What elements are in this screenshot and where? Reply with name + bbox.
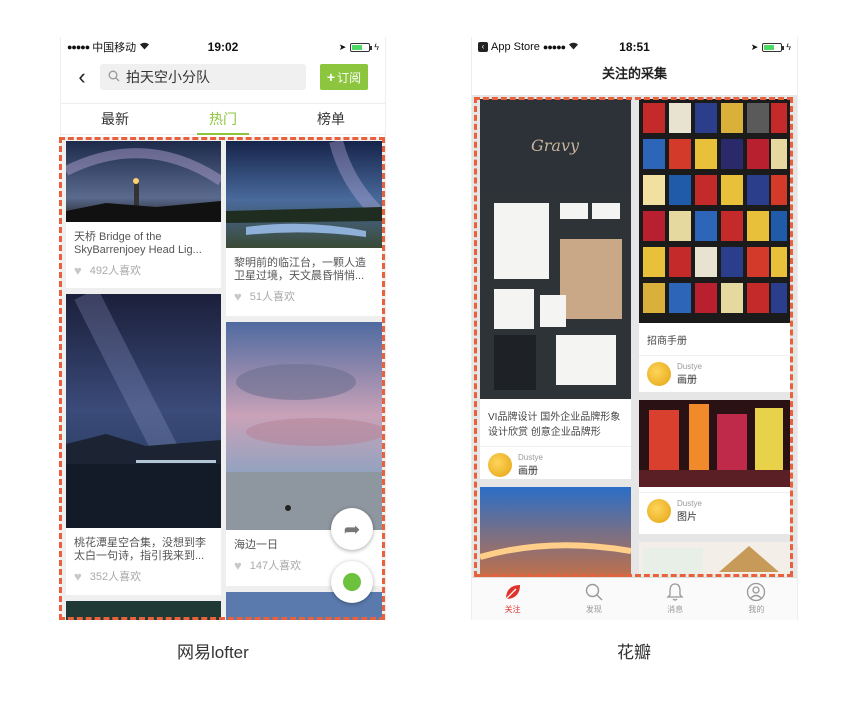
battery-icon [350, 42, 373, 52]
tab-profile[interactable]: 我的 [716, 578, 797, 620]
board-name: 画册 [677, 375, 697, 386]
card-photo [63, 141, 224, 222]
author-name: Dustye [677, 499, 702, 508]
card-photo [66, 288, 221, 535]
pin-author[interactable]: Dustye 画册 [480, 446, 631, 483]
pin-card[interactable]: 招商手册 Dustye 画册 [639, 99, 790, 392]
pin-card[interactable]: Dustye 图片 [639, 400, 790, 534]
avatar[interactable] [488, 453, 512, 477]
card-likes: ♥ 492人喜欢 [66, 257, 221, 283]
pin-image [479, 487, 632, 577]
status-time: 19:02 [207, 40, 239, 54]
share-icon: ➦ [343, 518, 361, 541]
status-bar: ‹ App Store ●●●●● 18:51 ➤ ϟ [472, 37, 797, 57]
user-icon [716, 582, 797, 604]
tab-label: 发现 [585, 605, 602, 614]
status-bar: ●●●●● 中国移动 19:02 ➤ ϟ [61, 37, 385, 57]
card-title: 天桥 Bridge of the SkyBarrenjoey Head Lig.… [74, 231, 202, 256]
pin-author[interactable]: Dustye 画册 [639, 355, 790, 392]
back-button[interactable]: ‹ [67, 62, 97, 92]
bell-icon [635, 582, 716, 604]
likes-count: 492人喜欢 [89, 265, 142, 277]
feed-card[interactable]: 天桥 Bridge of the SkyBarrenjoey Head Lig.… [63, 141, 224, 288]
chevron-left-icon: ‹ [78, 64, 86, 89]
pin-image [639, 99, 790, 323]
collection-feed: Gravy VI品牌设计 国外企业品牌形象设计欣赏 创意企业品牌形 Dustye [472, 95, 797, 577]
avatar[interactable] [647, 362, 671, 386]
heart-icon[interactable]: ♥ [74, 263, 82, 278]
pin-image: Gravy [480, 99, 631, 399]
likes-count: 352人喜欢 [89, 571, 142, 583]
photo-feed: 天桥 Bridge of the SkyBarrenjoey Head Lig.… [61, 137, 385, 620]
search-icon [553, 582, 634, 604]
search-icon [108, 70, 120, 85]
tab-latest[interactable]: 最新 [61, 104, 169, 134]
card-photo [226, 139, 382, 248]
tab-label: 关注 [504, 605, 521, 614]
search-input[interactable]: 拍天空小分队 [100, 64, 306, 90]
heart-icon[interactable]: ♥ [74, 569, 82, 584]
feed-card[interactable]: 黎明前的临江台，一颗人造卫星过境，天文晨昏悄悄... ♥ 51人喜欢 [226, 139, 382, 316]
brand-logo: Gravy [531, 136, 580, 155]
card-title: 桃花潭星空合集，没想到李太白一句诗，指引我来到... [74, 537, 206, 562]
bottom-tab-bar: 关注 发现 消息 我的 [472, 577, 797, 620]
card-title: 黎明前的临江台，一颗人造卫星过境，天文晨昏悄悄... [234, 257, 366, 282]
author-name: Dustye [677, 362, 702, 371]
huaban-phone-screen: ‹ App Store ●●●●● 18:51 ➤ ϟ 关注的采集 Gravy … [471, 37, 798, 620]
tab-label: 我的 [748, 605, 765, 614]
pin-author[interactable]: Dustye 图片 [639, 492, 790, 529]
tab-ranking[interactable]: 榜单 [277, 104, 385, 134]
likes-count: 147人喜欢 [249, 560, 302, 572]
caption-huaban: 花瓣 [617, 643, 651, 662]
pin-description: VI品牌设计 国外企业品牌形象设计欣赏 创意企业品牌形 [488, 412, 621, 438]
tab-discover[interactable]: 发现 [553, 578, 634, 620]
author-name: Dustye [518, 453, 543, 462]
leaf-icon [472, 582, 553, 604]
tab-bar: 最新 热门 榜单 [61, 103, 385, 135]
navigation-bar: ‹ 拍天空小分队 + 订阅 [61, 59, 385, 95]
feed-card[interactable]: 桃花潭星空合集，没想到李太白一句诗，指引我来到... ♥ 352人喜欢 [66, 288, 221, 595]
battery-icon [762, 42, 785, 52]
record-icon [343, 573, 361, 591]
search-value: 拍天空小分队 [126, 69, 210, 85]
caption-lofter: 网易lofter [177, 643, 249, 662]
tab-following[interactable]: 关注 [472, 578, 553, 620]
board-name: 画册 [518, 466, 538, 477]
pin-card[interactable] [479, 487, 632, 577]
subscribe-label: 订阅 [337, 70, 362, 85]
pin-card[interactable] [639, 542, 790, 577]
lofter-phone-screen: ●●●●● 中国移动 19:02 ➤ ϟ ‹ 拍天空小分队 + 订阅 最新 热门… [60, 37, 386, 620]
status-time: 18:51 [619, 40, 650, 54]
avatar[interactable] [647, 499, 671, 523]
feed-card[interactable] [66, 601, 221, 620]
pin-card[interactable]: Gravy VI品牌设计 国外企业品牌形象设计欣赏 创意企业品牌形 Dustye [480, 99, 631, 479]
card-photo [66, 601, 221, 620]
pin-image [639, 400, 790, 487]
pin-description: 招商手册 [647, 336, 687, 347]
card-photo [226, 322, 385, 530]
comparison-page: ●●●●● 中国移动 19:02 ➤ ϟ ‹ 拍天空小分队 + 订阅 最新 热门… [0, 0, 856, 708]
likes-count: 51人喜欢 [249, 291, 295, 303]
board-name: 图片 [677, 512, 697, 523]
tab-label: 消息 [667, 605, 684, 614]
plus-icon: + [326, 69, 336, 85]
pin-image [639, 542, 790, 577]
tab-messages[interactable]: 消息 [635, 578, 716, 620]
card-likes: ♥ 51人喜欢 [226, 283, 382, 309]
subscribe-button[interactable]: + 订阅 [320, 64, 368, 90]
publish-button[interactable] [331, 561, 373, 603]
heart-icon[interactable]: ♥ [234, 289, 242, 304]
card-likes: ♥ 352人喜欢 [66, 563, 221, 589]
heart-icon[interactable]: ♥ [234, 558, 242, 573]
tab-hot[interactable]: 热门 [169, 104, 277, 135]
page-title: 关注的采集 [601, 66, 667, 81]
share-button[interactable]: ➦ [331, 508, 373, 550]
